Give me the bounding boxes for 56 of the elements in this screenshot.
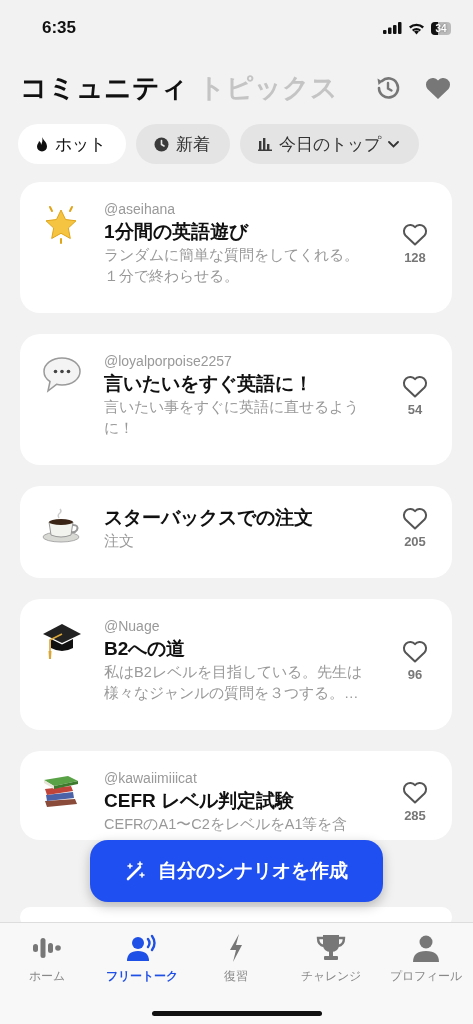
scenario-card[interactable]: @kawaiimiiicat CEFR レベル判定試験 CEFRのA1〜C2をレベルをA1等を含 285 (20, 751, 452, 840)
signal-icon (383, 22, 402, 34)
heart-icon[interactable] (425, 76, 451, 100)
scenario-card[interactable]: スターバックスでの注文 注文 205 (20, 486, 452, 578)
trophy-icon[interactable] (316, 934, 347, 962)
scenario-card[interactable]: @aseihana 1分間の英語遊び ランダムに簡単な質問をしてくれる。１分で終わらせる。 128 (20, 182, 452, 313)
scenario-card[interactable]: @Nuage B2への道 私はB2レベルを目指している。先生は様々なジャンルの質問を３つする。… 96 (20, 599, 452, 730)
waveform-icon[interactable] (32, 936, 63, 960)
like-count: 128 (404, 249, 426, 265)
scenario-description: 私はB2レベルを目指している。先生は様々なジャンルの質問を３つする。… (104, 663, 363, 703)
scenario-title: CEFR レベル判定試験 (104, 789, 295, 813)
author-handle: @aseihana (104, 200, 177, 218)
graduation-cap-icon (42, 621, 82, 661)
like-count: 205 (404, 534, 426, 549)
heart-icon[interactable] (402, 222, 428, 246)
like-count: 96 (407, 666, 423, 682)
author-handle: @loyalporpoise2257 (104, 352, 233, 370)
scenario-description: 言いたい事をすぐに英語に直せるように！ (104, 398, 360, 438)
scenario-description: CEFRのA1〜C2をレベルをA1等を含 (104, 815, 349, 834)
create-scenario-button[interactable]: 自分のシナリオを作成 (90, 840, 383, 902)
clock-icon (154, 136, 169, 152)
scenario-title: 言いたいをすぐ英語に！ (104, 372, 314, 396)
wifi-icon (408, 21, 425, 35)
author-handle: @Nuage (104, 617, 161, 635)
scenario-description: ランダムに簡単な質問をしてくれる。１分で終わらせる。 (104, 246, 360, 286)
filter-chip[interactable]: 新着 (136, 124, 230, 164)
clock-time: 6:35 (42, 18, 77, 38)
scenario-title: B2への道 (104, 637, 187, 661)
speech-bubble-icon (42, 356, 82, 394)
like-count: 54 (407, 401, 423, 417)
nav-tab[interactable]: ホーム (0, 933, 95, 984)
header-tab[interactable]: コミュニティ (20, 70, 188, 106)
flame-icon (36, 136, 48, 152)
scenario-description: 注文 (104, 532, 135, 551)
heart-icon[interactable] (402, 507, 428, 530)
speaking-person-icon[interactable] (125, 934, 158, 962)
scenario-title: 1分間の英語遊び (104, 220, 250, 244)
bar-chart-icon (258, 137, 272, 151)
scenario-card[interactable]: @loyalporpoise2257 言いたいをすぐ英語に！ 言いたい事をすぐに英語に直せるように！ 54 (20, 334, 452, 465)
filter-chip[interactable]: 今日のトップ (240, 124, 419, 164)
history-icon[interactable] (375, 75, 401, 101)
like-count: 285 (404, 808, 426, 823)
person-icon[interactable] (411, 934, 440, 962)
heart-icon[interactable] (402, 781, 428, 804)
magic-wand-icon (125, 861, 146, 881)
author-handle: @kawaiimiiicat (104, 769, 198, 787)
lightning-bolt-icon[interactable] (228, 934, 245, 962)
nav-tab[interactable]: 復習 (189, 933, 284, 984)
nav-tab[interactable]: フリートーク (94, 933, 189, 984)
coffee-cup-icon (42, 508, 82, 544)
heart-icon[interactable] (402, 374, 428, 398)
scenario-title: スターバックスでの注文 (104, 506, 314, 530)
nav-tab[interactable]: プロフィール (378, 933, 473, 984)
nav-tab[interactable]: チャレンジ (284, 933, 379, 984)
filter-chip[interactable]: ホット (18, 124, 126, 164)
heart-icon[interactable] (402, 639, 428, 663)
